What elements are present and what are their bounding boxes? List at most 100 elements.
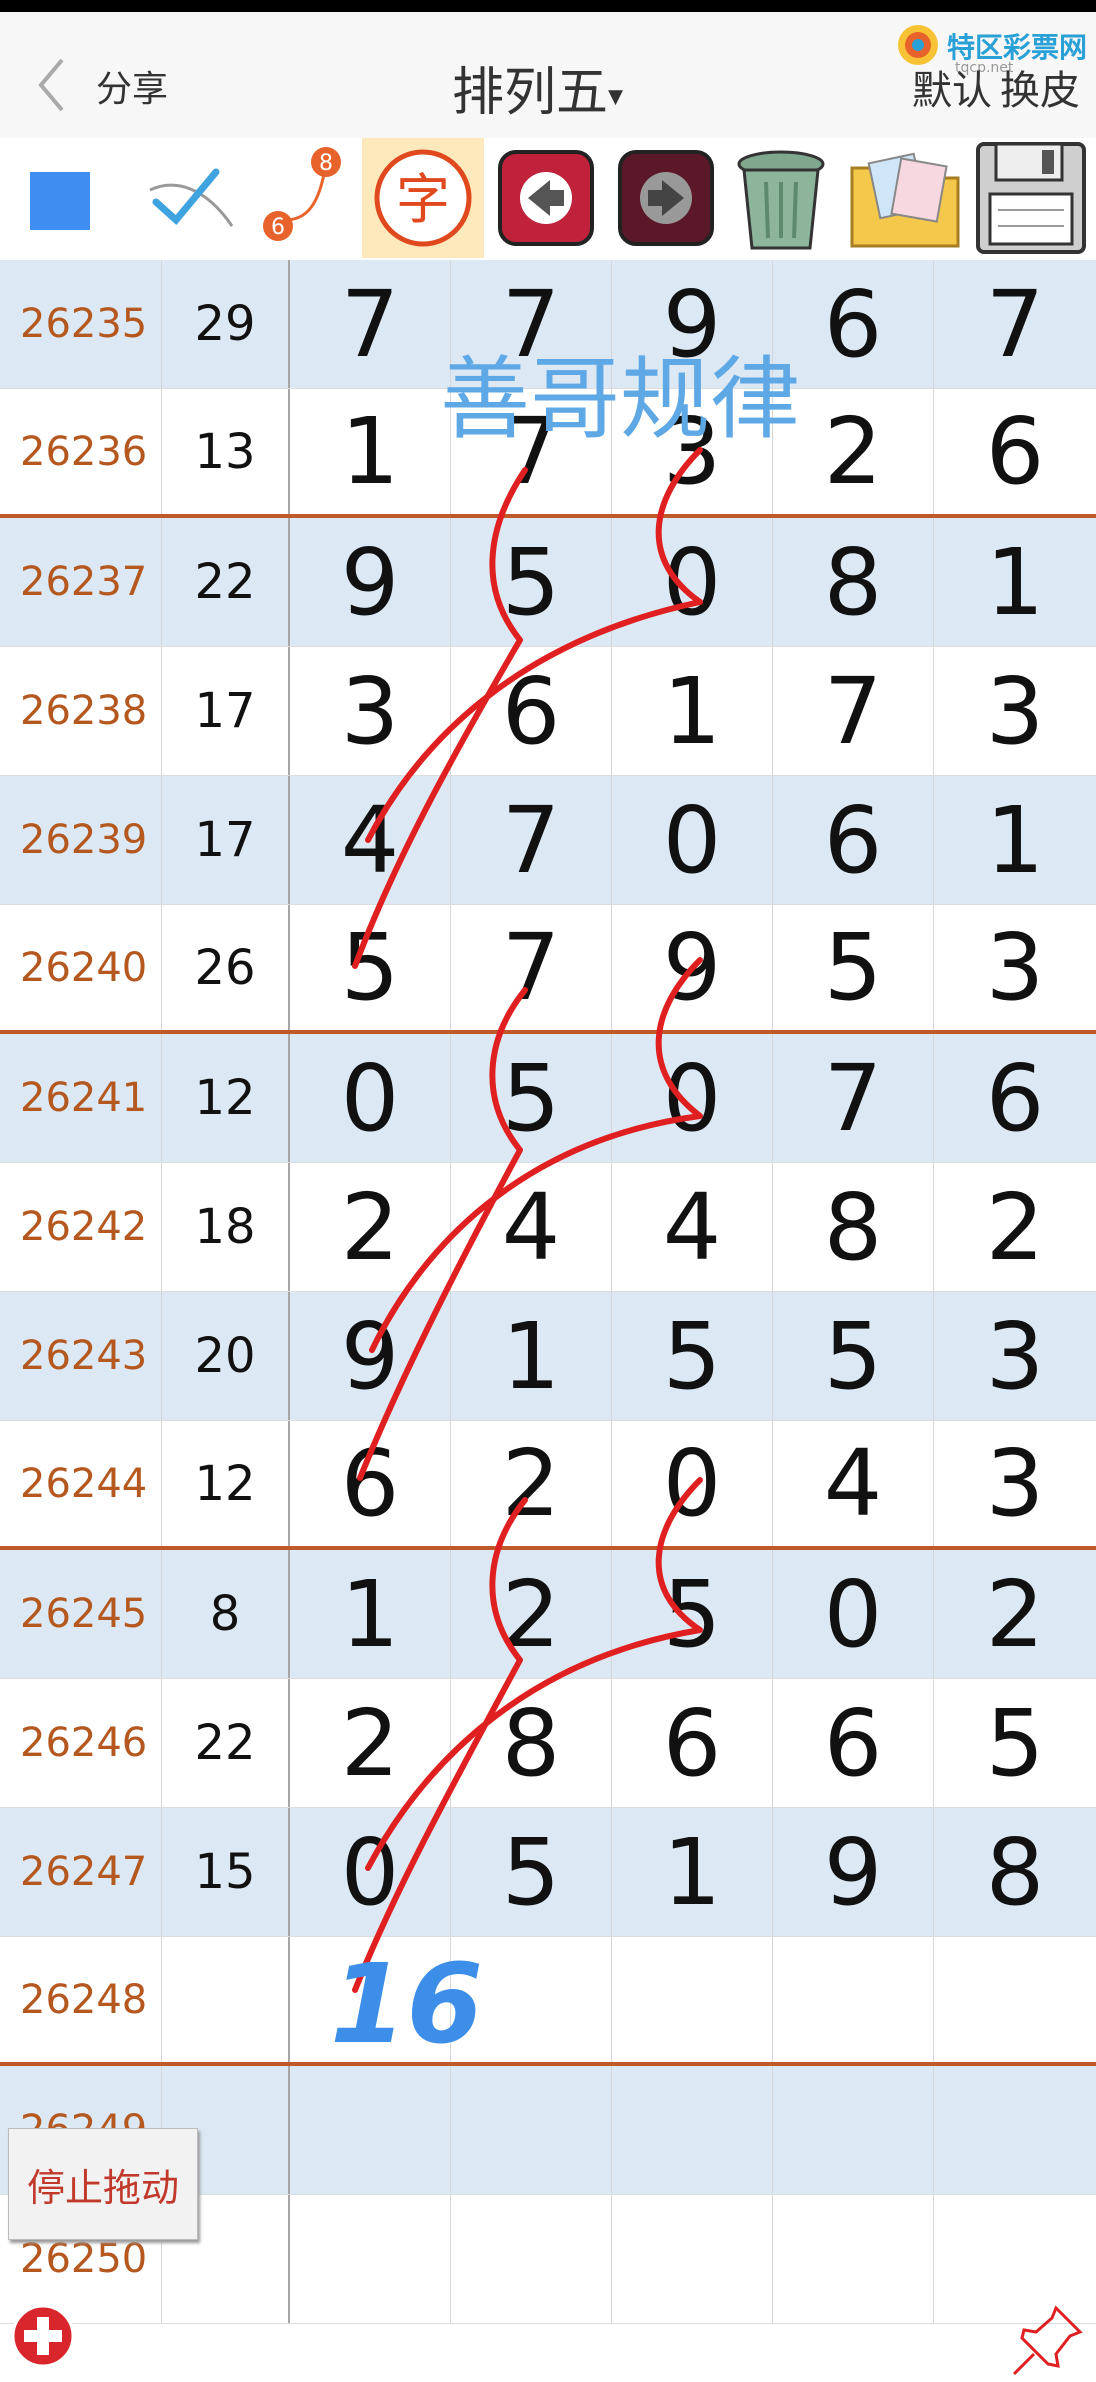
digit-cell-4[interactable]: 0 xyxy=(773,1550,934,1678)
table-row[interactable]: 26247 15 0 5 1 9 8 xyxy=(0,1808,1096,1937)
digit-cell-4[interactable]: 8 xyxy=(773,518,934,646)
digit-cell-5[interactable]: 3 xyxy=(934,647,1096,775)
table-row[interactable]: 26242 18 2 4 4 8 2 xyxy=(0,1163,1096,1292)
digit-cell-1[interactable]: 1 xyxy=(290,1550,451,1678)
digit-cell-5[interactable] xyxy=(934,1937,1096,2062)
table-row[interactable]: 26241 12 0 5 0 7 6 xyxy=(0,1034,1096,1163)
digit-cell-1[interactable] xyxy=(290,2195,451,2323)
digit-cell-3[interactable]: 0 xyxy=(612,518,773,646)
digit-cell-1[interactable]: 5 xyxy=(290,905,451,1030)
back-chevron-icon[interactable] xyxy=(36,56,66,114)
digit-cell-2[interactable]: 5 xyxy=(451,1034,612,1162)
digit-cell-2[interactable]: 5 xyxy=(451,518,612,646)
digit-cell-5[interactable]: 1 xyxy=(934,518,1096,646)
digit-cell-5[interactable]: 3 xyxy=(934,905,1096,1030)
save-floppy-icon[interactable] xyxy=(972,138,1090,258)
table-row[interactable]: 26237 22 9 5 0 8 1 xyxy=(0,518,1096,647)
digit-cell-3[interactable]: 1 xyxy=(612,647,773,775)
digit-cell-4[interactable]: 9 xyxy=(773,1808,934,1936)
pin-icon[interactable] xyxy=(1008,2300,1088,2380)
digit-cell-5[interactable]: 8 xyxy=(934,1808,1096,1936)
digit-cell-4[interactable]: 6 xyxy=(773,776,934,904)
digit-cell-3[interactable] xyxy=(612,2066,773,2194)
digit-cell-3[interactable]: 1 xyxy=(612,1808,773,1936)
digit-cell-1[interactable]: 6 xyxy=(290,1421,451,1546)
digit-cell-2[interactable]: 6 xyxy=(451,647,612,775)
table-row[interactable]: 26243 20 9 1 5 5 3 xyxy=(0,1292,1096,1421)
brush-check-icon[interactable] xyxy=(136,138,246,258)
digit-cell-5[interactable] xyxy=(934,2066,1096,2194)
digit-cell-5[interactable]: 2 xyxy=(934,1550,1096,1678)
table-row[interactable]: 26245 8 1 2 5 0 2 xyxy=(0,1550,1096,1679)
table-row[interactable]: 26248 xyxy=(0,1937,1096,2066)
digit-cell-4[interactable] xyxy=(773,1937,934,2062)
digit-cell-3[interactable]: 0 xyxy=(612,776,773,904)
digit-cell-2[interactable]: 8 xyxy=(451,1679,612,1807)
stop-drag-button[interactable]: 停止拖动 xyxy=(8,2128,198,2240)
digit-cell-1[interactable]: 2 xyxy=(290,1163,451,1291)
digit-cell-2[interactable]: 4 xyxy=(451,1163,612,1291)
digit-cell-3[interactable]: 4 xyxy=(612,1163,773,1291)
table-row[interactable]: 26246 22 2 8 6 6 5 xyxy=(0,1679,1096,1808)
digit-cell-3[interactable] xyxy=(612,2195,773,2323)
digit-cell-4[interactable]: 7 xyxy=(773,1034,934,1162)
digit-cell-2[interactable]: 7 xyxy=(451,905,612,1030)
table-row[interactable]: 26238 17 3 6 1 7 3 xyxy=(0,647,1096,776)
digit-cell-5[interactable]: 1 xyxy=(934,776,1096,904)
digit-cell-1[interactable] xyxy=(290,2066,451,2194)
digit-cell-2[interactable]: 5 xyxy=(451,1808,612,1936)
digit-cell-1[interactable]: 9 xyxy=(290,1292,451,1420)
digit-cell-1[interactable]: 2 xyxy=(290,1679,451,1807)
zi-text-icon[interactable]: 字 xyxy=(362,138,484,258)
digit-cell-4[interactable]: 5 xyxy=(773,905,934,1030)
digit-cell-4[interactable] xyxy=(773,2195,934,2323)
digit-cell-3[interactable]: 0 xyxy=(612,1421,773,1546)
digit-cell-1[interactable]: 7 xyxy=(290,260,451,388)
digit-cell-5[interactable]: 7 xyxy=(934,260,1096,388)
digit-cell-1[interactable]: 9 xyxy=(290,518,451,646)
digit-cell-4[interactable]: 5 xyxy=(773,1292,934,1420)
lottery-type-dropdown[interactable]: 排列五▾ xyxy=(452,50,623,125)
table-row[interactable]: 26240 26 5 7 9 5 3 xyxy=(0,905,1096,1034)
digit-cell-4[interactable]: 7 xyxy=(773,647,934,775)
digit-cell-1[interactable]: 1 xyxy=(290,389,451,514)
digit-cell-4[interactable]: 8 xyxy=(773,1163,934,1291)
trash-icon[interactable] xyxy=(724,138,838,258)
table-row[interactable]: 26244 12 6 2 0 4 3 xyxy=(0,1421,1096,1550)
redo-arrow-icon[interactable] xyxy=(614,138,718,258)
digit-cell-3[interactable]: 5 xyxy=(612,1292,773,1420)
digit-cell-1[interactable]: 4 xyxy=(290,776,451,904)
table-row[interactable]: 26239 17 4 7 0 6 1 xyxy=(0,776,1096,905)
digit-cell-1[interactable]: 3 xyxy=(290,647,451,775)
digit-cell-2[interactable]: 7 xyxy=(451,776,612,904)
digit-cell-3[interactable]: 0 xyxy=(612,1034,773,1162)
digit-cell-5[interactable]: 5 xyxy=(934,1679,1096,1807)
photo-folder-icon[interactable] xyxy=(844,138,966,258)
digit-cell-1[interactable]: 0 xyxy=(290,1034,451,1162)
digit-cell-5[interactable]: 3 xyxy=(934,1292,1096,1420)
digit-cell-2[interactable]: 1 xyxy=(451,1292,612,1420)
default-button[interactable]: 默认 xyxy=(912,58,992,116)
digit-cell-5[interactable]: 3 xyxy=(934,1421,1096,1546)
digit-cell-2[interactable]: 2 xyxy=(451,1421,612,1546)
color-square-icon[interactable] xyxy=(20,138,100,258)
digit-cell-4[interactable]: 4 xyxy=(773,1421,934,1546)
digit-cell-5[interactable]: 6 xyxy=(934,389,1096,514)
digit-cell-1[interactable]: 0 xyxy=(290,1808,451,1936)
digit-cell-2[interactable] xyxy=(451,2195,612,2323)
digit-cell-2[interactable] xyxy=(451,2066,612,2194)
digit-cell-5[interactable]: 6 xyxy=(934,1034,1096,1162)
change-skin-button[interactable]: 换皮 xyxy=(1000,58,1080,116)
undo-arrow-icon[interactable] xyxy=(494,138,598,258)
digit-cell-3[interactable]: 5 xyxy=(612,1550,773,1678)
digit-cell-5[interactable]: 2 xyxy=(934,1163,1096,1291)
digit-cell-2[interactable]: 2 xyxy=(451,1550,612,1678)
share-button[interactable]: 分享 xyxy=(96,60,168,112)
digit-cell-3[interactable] xyxy=(612,1937,773,2062)
digit-cell-3[interactable]: 6 xyxy=(612,1679,773,1807)
digit-cell-4[interactable] xyxy=(773,2066,934,2194)
add-icon[interactable] xyxy=(10,2303,76,2369)
line-6-8-icon[interactable]: 8 6 xyxy=(250,138,360,258)
digit-cell-4[interactable]: 6 xyxy=(773,1679,934,1807)
digit-cell-3[interactable]: 9 xyxy=(612,905,773,1030)
